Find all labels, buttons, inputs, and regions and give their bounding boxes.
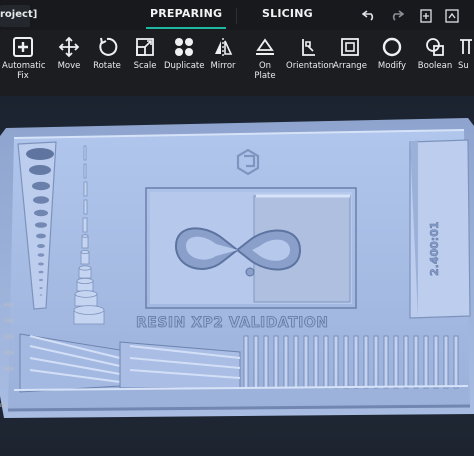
rotate-label: Rotate	[93, 61, 121, 71]
boolean-label: Boolean	[417, 61, 453, 71]
automatic-fix-label: Automatic Fix	[2, 61, 46, 81]
move-icon	[58, 36, 80, 58]
duplicate-icon	[175, 38, 193, 56]
modify-icon	[382, 37, 402, 57]
scale-icon	[136, 38, 154, 56]
model-side-text: 2.400:01	[428, 221, 441, 276]
boolean-button[interactable]: Boolean	[416, 36, 454, 71]
build-plate-model: RESIN XP2 VALIDATION 2.400:01	[0, 118, 474, 418]
ruler-label: .000	[0, 350, 15, 357]
support-icon	[460, 39, 472, 54]
move-label: Move	[57, 61, 81, 71]
tab-divider	[236, 8, 237, 24]
arrange-icon	[341, 38, 359, 56]
tab-slicing-label: SLICING	[262, 7, 313, 20]
undo-icon[interactable]	[361, 9, 376, 24]
project-name: roject]	[0, 9, 38, 20]
export-icon[interactable]	[420, 9, 432, 26]
on-plate-label: On Plate	[254, 61, 276, 81]
duplicate-label: Duplicate	[164, 61, 205, 71]
rotate-button[interactable]: Rotate	[90, 36, 124, 71]
scale-label: Scale	[133, 61, 157, 71]
orientation-icon	[302, 39, 315, 56]
mirror-button[interactable]: Mirror	[206, 36, 240, 71]
orientation-button[interactable]: Orientation	[286, 36, 334, 71]
on-plate-button[interactable]: On Plate	[248, 36, 282, 81]
3d-viewport[interactable]: RESIN XP2 VALIDATION 2.400:01 .000 .000 …	[0, 96, 474, 456]
title-bar: roject] PREPARING SLICING	[0, 0, 474, 30]
automatic-fix-button[interactable]: Automatic Fix	[2, 36, 46, 81]
arrange-button[interactable]: Arrange	[332, 36, 368, 71]
support-button[interactable]: Su	[458, 36, 474, 71]
arrange-label: Arrange	[333, 61, 367, 71]
automatic-fix-icon	[13, 37, 33, 57]
scale-button[interactable]: Scale	[128, 36, 162, 71]
more-icon[interactable]	[445, 9, 459, 26]
app-window: roject] PREPARING SLICING Automatic Fix …	[0, 0, 474, 456]
tab-preparing[interactable]: PREPARING	[145, 7, 227, 29]
boolean-icon	[426, 38, 444, 56]
on-plate-icon	[256, 38, 274, 55]
ruler-label: .000	[0, 366, 15, 373]
ruler-label: .000	[0, 334, 15, 341]
tab-slicing[interactable]: SLICING	[262, 7, 313, 29]
orientation-label: Orientation	[286, 61, 334, 71]
support-label: Su	[458, 61, 469, 71]
rotate-icon	[99, 37, 118, 56]
mirror-icon	[215, 38, 233, 56]
ruler-unit: mm	[0, 402, 8, 409]
duplicate-button[interactable]: Duplicate	[164, 36, 205, 71]
tab-preparing-label: PREPARING	[150, 7, 223, 20]
mirror-label: Mirror	[210, 61, 236, 71]
move-button[interactable]: Move	[52, 36, 86, 71]
ruler-label: .000	[0, 318, 15, 325]
modify-label: Modify	[377, 61, 407, 71]
redo-icon[interactable]	[390, 9, 405, 24]
model-embossed-text: RESIN XP2 VALIDATION	[136, 315, 329, 331]
toolbar: Automatic Fix Move Rotate Scale Duplicat…	[0, 30, 474, 96]
modify-button[interactable]: Modify	[374, 36, 410, 71]
ruler-label: .000	[0, 302, 15, 309]
